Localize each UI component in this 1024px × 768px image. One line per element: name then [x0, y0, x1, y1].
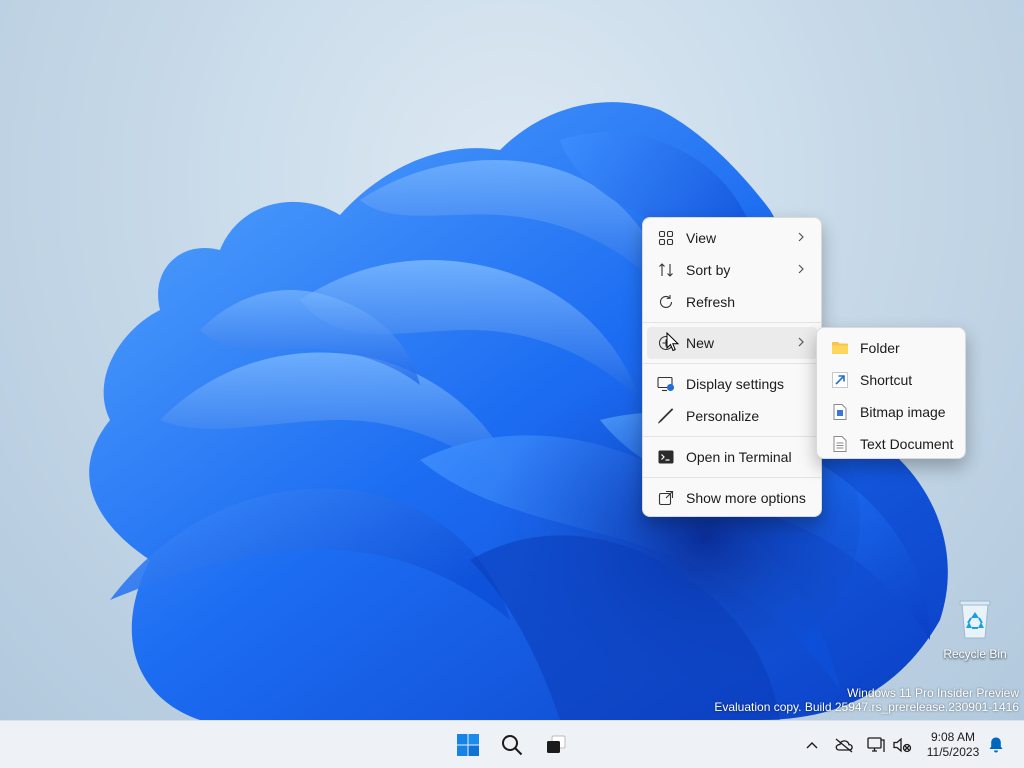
search-button[interactable] [496, 729, 528, 761]
menu-item-show-more-options[interactable]: Show more options [647, 482, 817, 514]
taskbar: 9:08 AM 11/5/2023 [0, 720, 1024, 768]
recycle-bin-icon [959, 600, 991, 639]
menu-item-label: View [686, 230, 717, 246]
recycle-bin-label: Recycle Bin [943, 647, 1007, 661]
onedrive-offline-icon [835, 738, 853, 753]
text-file-icon [831, 435, 849, 453]
menu-item-label: Refresh [686, 294, 736, 310]
menu-item-sort-by[interactable]: Sort by [647, 254, 817, 286]
chevron-right-icon [798, 337, 804, 347]
menu-separator [643, 322, 821, 323]
menu-item-label: Display settings [686, 376, 785, 392]
menu-item-refresh[interactable]: Refresh [647, 286, 817, 318]
open-external-icon [657, 489, 675, 507]
submenu-item-label: Text Document [860, 436, 954, 452]
display-settings-icon [657, 375, 675, 393]
notifications-button[interactable] [982, 729, 1010, 761]
menu-separator [643, 363, 821, 364]
shortcut-arrow-icon [831, 371, 849, 389]
sort-icon [657, 261, 675, 279]
volume-muted-icon [893, 737, 912, 753]
notification-bell-icon [989, 737, 1003, 753]
menu-item-label: Sort by [686, 262, 731, 278]
clock-date: 11/5/2023 [926, 745, 980, 759]
folder-icon [831, 339, 849, 357]
submenu-item-label: Bitmap image [860, 404, 946, 420]
menu-item-display-settings[interactable]: Display settings [647, 368, 817, 400]
menu-separator [643, 477, 821, 478]
menu-item-label: Show more options [686, 490, 806, 506]
submenu-item-folder[interactable]: Folder [821, 332, 961, 364]
mouse-cursor-icon [666, 332, 680, 352]
system-clock[interactable]: 9:08 AM 11/5/2023 [922, 730, 984, 760]
menu-separator [643, 436, 821, 437]
grid-icon [657, 229, 675, 247]
onedrive-button[interactable] [828, 729, 860, 761]
watermark-edition: Windows 11 Pro Insider Preview [847, 686, 1019, 700]
menu-item-view[interactable]: View [647, 222, 817, 254]
watermark-build: Evaluation copy. Build 25947.rs_prerelea… [714, 700, 1019, 714]
menu-item-label: New [686, 335, 715, 351]
task-view-icon [547, 735, 566, 753]
submenu-item-shortcut[interactable]: Shortcut [821, 364, 961, 396]
evaluation-watermark: Windows 11 Pro Insider Preview Evaluatio… [714, 686, 1019, 714]
submenu-item-text-document[interactable]: Text Document [821, 428, 961, 460]
menu-item-label: Open in Terminal [686, 449, 792, 465]
new-submenu: Folder Shortcut Bitmap image Text Docume… [816, 327, 966, 459]
desktop-context-menu: View Sort by Refresh New Display setting… [642, 217, 822, 517]
bitmap-file-icon [831, 403, 849, 421]
terminal-icon [657, 448, 675, 466]
menu-item-open-in-terminal[interactable]: Open in Terminal [647, 441, 817, 473]
refresh-icon [657, 293, 675, 311]
volume-button[interactable] [886, 729, 918, 761]
task-view-button[interactable] [540, 729, 572, 761]
chevron-right-icon [798, 264, 804, 274]
clock-time: 9:08 AM [930, 730, 976, 744]
network-icon [867, 737, 885, 752]
submenu-item-label: Folder [860, 340, 900, 356]
menu-item-personalize[interactable]: Personalize [647, 400, 817, 432]
recycle-bin-shortcut[interactable]: Recycle Bin [940, 598, 1010, 661]
start-icon [457, 734, 479, 756]
start-button[interactable] [452, 729, 484, 761]
chevron-right-icon [798, 232, 804, 242]
submenu-item-bitmap-image[interactable]: Bitmap image [821, 396, 961, 428]
show-hidden-icons-button[interactable] [796, 729, 828, 761]
submenu-item-label: Shortcut [860, 372, 913, 388]
menu-item-label: Personalize [686, 408, 760, 424]
search-icon [502, 735, 523, 756]
chevron-up-icon [806, 742, 818, 749]
brush-icon [657, 407, 675, 425]
